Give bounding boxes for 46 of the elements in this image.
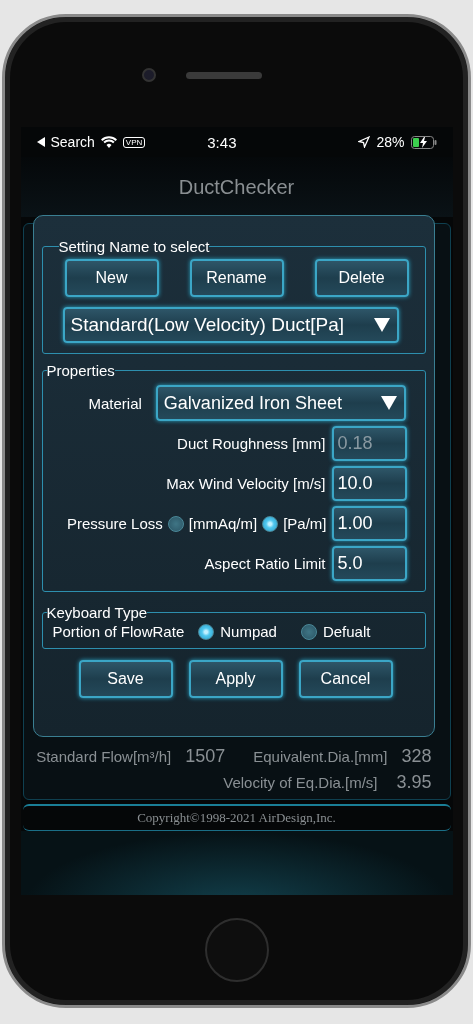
- radio-button[interactable]: [167, 515, 184, 532]
- dialog-button[interactable]: Apply: [188, 660, 283, 698]
- speaker-icon: [185, 71, 262, 79]
- battery-percent: 28%: [376, 134, 405, 150]
- radio-button[interactable]: [262, 515, 279, 532]
- result-label: Standard Flow[m³/h]: [36, 747, 172, 765]
- result-value: 1507: [185, 745, 226, 767]
- result-label: Velocity of Eq.Dia.[m/s]: [223, 773, 378, 791]
- field-label: Material: [88, 394, 142, 412]
- radio-button[interactable]: [300, 623, 317, 640]
- clock: 3:43: [206, 133, 238, 151]
- dialog-button[interactable]: New: [64, 259, 159, 297]
- radio-label: Numpad: [220, 623, 277, 640]
- camera-icon: [141, 68, 156, 82]
- dialog-button[interactable]: Rename: [189, 259, 284, 297]
- radio-label: Defualt: [322, 623, 371, 640]
- back-label[interactable]: Search: [50, 134, 95, 150]
- radio-button[interactable]: [198, 623, 215, 640]
- group-title: Properties: [46, 362, 115, 379]
- input-field[interactable]: 1.00: [331, 506, 407, 541]
- field-label: Aspect Ratio Limit: [204, 555, 326, 572]
- result-value: 3.95: [395, 771, 432, 793]
- location-icon: [358, 136, 371, 148]
- battery-icon: [410, 135, 437, 149]
- radio-label: [mmAq/m]: [188, 515, 258, 532]
- dialog-button[interactable]: Cancel: [298, 660, 393, 698]
- dialog-button[interactable]: Delete: [314, 259, 409, 297]
- group-title: Setting Name to select: [58, 238, 210, 255]
- input-field[interactable]: 10.0: [331, 466, 407, 501]
- input-field[interactable]: 5.0: [331, 546, 407, 581]
- caret-icon: [379, 395, 398, 411]
- group-title: Keyboard Type: [46, 604, 148, 621]
- material-dropdown[interactable]: Galvanized Iron Sheet: [155, 385, 406, 421]
- result-value: 328: [401, 745, 432, 767]
- wifi-icon: [100, 136, 117, 148]
- field-label: Duct Roughness [mm]: [177, 435, 326, 452]
- vpn-badge: VPN: [122, 136, 146, 148]
- result-label: Equivalent.Dia.[mm]: [253, 747, 388, 765]
- dialog-button[interactable]: Save: [78, 660, 173, 698]
- field-label: Portion of FlowRate: [52, 623, 185, 640]
- caret-icon: [372, 317, 391, 333]
- back-icon: [36, 137, 45, 147]
- field-label: Pressure Loss: [66, 515, 163, 532]
- radio-label: [Pa/m]: [283, 515, 327, 532]
- setting-dropdown[interactable]: Standard(Low Velocity) Duct[Pa]: [62, 307, 399, 343]
- field-label: Max Wind Velocity [m/s]: [166, 475, 326, 492]
